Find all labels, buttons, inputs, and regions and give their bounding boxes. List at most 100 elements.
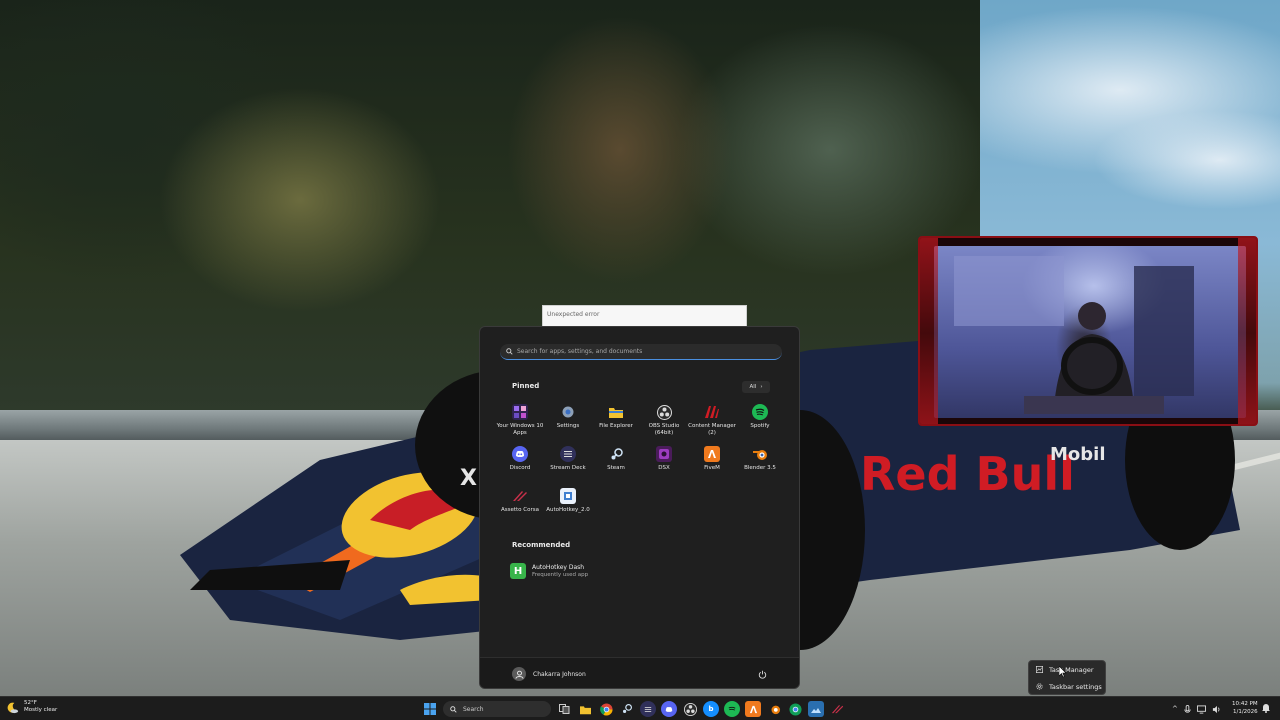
power-button[interactable]	[756, 668, 768, 680]
taskbar-chrome[interactable]	[598, 701, 614, 717]
webcam-overlay	[918, 236, 1258, 426]
taskbar-battle-net[interactable]: b	[703, 701, 719, 717]
task-view-button[interactable]	[556, 701, 572, 717]
taskbar: 52°F Mostly clear Search b ^ 10:42 PM 1/…	[0, 696, 1280, 720]
gear-icon	[560, 404, 576, 420]
folder-icon	[579, 705, 591, 714]
taskbar-obs[interactable]	[682, 701, 698, 717]
webcam-frame-right	[1238, 238, 1256, 424]
system-tray: ^	[1172, 701, 1221, 717]
start-search-box[interactable]	[500, 344, 782, 360]
pinned-app-blender[interactable]: Blender 3.5	[736, 445, 784, 487]
pinned-app-assetto-corsa[interactable]: Assetto Corsa	[496, 487, 544, 529]
clock-time: 10:42 PM	[1232, 701, 1258, 707]
blender-icon	[752, 446, 768, 462]
pinned-app-obs-studio[interactable]: OBS Studio (64bit)	[640, 403, 688, 445]
chrome-icon	[599, 702, 613, 716]
pinned-app-dsx[interactable]: DSX	[640, 445, 688, 487]
microphone-icon[interactable]	[1184, 704, 1191, 714]
pinned-app-your-windows-10-apps[interactable]: Your Windows 10 Apps	[496, 403, 544, 445]
taskbar-chrome-profile[interactable]	[787, 701, 803, 717]
recommended-item-name: AutoHotkey Dash	[532, 564, 585, 571]
all-apps-button[interactable]: All ›	[742, 381, 770, 393]
recommended-item-subtitle: Frequently used app	[532, 572, 589, 578]
obs-icon	[656, 404, 672, 420]
steam-icon	[623, 704, 632, 713]
pinned-app-discord[interactable]: Discord	[496, 445, 544, 487]
taskbar-apps: Search b	[422, 700, 845, 718]
pinned-app-settings[interactable]: Settings	[544, 403, 592, 445]
app-label: Your Windows 10 Apps	[496, 423, 544, 436]
assetto-corsa-icon	[831, 704, 843, 714]
taskbar-clock[interactable]: 10:42 PM 1/1/2026	[1232, 701, 1258, 716]
webcam-frame-left	[920, 238, 938, 424]
clock-date: 1/1/2026	[1232, 708, 1258, 715]
fivem-icon	[704, 446, 720, 462]
taskbar-file-explorer[interactable]	[577, 701, 593, 717]
taskbar-photos[interactable]	[808, 701, 824, 717]
start-button[interactable]	[422, 701, 438, 717]
start-search-input[interactable]	[517, 348, 777, 355]
taskbar-blender[interactable]	[766, 701, 782, 717]
taskbar-steam[interactable]	[619, 701, 635, 717]
autohotkey-dash-icon: H	[510, 563, 526, 579]
pinned-app-steam[interactable]: Steam	[592, 445, 640, 487]
chrome-icon	[788, 702, 802, 716]
notification-bell-icon[interactable]	[1262, 703, 1270, 713]
task-manager-icon	[1036, 666, 1043, 673]
start-menu: Pinned All › Your Windows 10 Apps Settin…	[479, 326, 800, 689]
pinned-app-file-explorer[interactable]: File Explorer	[592, 403, 640, 445]
app-label: Settings	[556, 423, 580, 429]
taskbar-spotify[interactable]	[724, 701, 740, 717]
svg-text:Mobil: Mobil	[1050, 444, 1106, 465]
pinned-app-fivem[interactable]: FiveM	[688, 445, 736, 487]
taskbar-search[interactable]: Search	[443, 701, 551, 717]
spotify-icon	[728, 706, 736, 711]
battle-net-icon: b	[708, 705, 714, 713]
weather-temperature: 52°F	[24, 700, 37, 706]
app-label: Content Manager (2)	[688, 423, 736, 436]
user-icon	[514, 670, 524, 679]
user-account-button[interactable]: Chakarra Johnson	[512, 667, 586, 681]
weather-widget[interactable]: 52°F Mostly clear	[6, 700, 57, 714]
svg-text:X: X	[460, 466, 477, 491]
pinned-app-stream-deck[interactable]: Stream Deck	[544, 445, 592, 487]
error-tooltip: Unexpected error	[542, 305, 747, 327]
avatar	[512, 667, 526, 681]
menu-item-taskbar-settings[interactable]: Taskbar settings	[1029, 678, 1105, 695]
volume-icon[interactable]	[1212, 705, 1221, 714]
stream-deck-icon	[644, 706, 652, 712]
pinned-app-content-manager[interactable]: Content Manager (2)	[688, 403, 736, 445]
network-icon[interactable]	[1196, 704, 1206, 714]
webcam-scene	[954, 256, 1194, 414]
taskbar-fivem[interactable]	[745, 701, 761, 717]
all-apps-label: All	[749, 384, 757, 390]
taskbar-discord[interactable]	[661, 701, 677, 717]
menu-item-label: Taskbar settings	[1049, 682, 1102, 691]
recommended-item[interactable]: H AutoHotkey Dash Frequently used app	[510, 563, 588, 579]
menu-item-label: Task Manager	[1049, 665, 1094, 674]
chevron-up-icon[interactable]: ^	[1172, 705, 1178, 713]
app-label: Stream Deck	[550, 465, 586, 471]
recommended-title: Recommended	[512, 541, 571, 549]
user-name: Chakarra Johnson	[533, 670, 586, 678]
photos-icon	[811, 707, 821, 713]
folder-icon	[608, 404, 624, 420]
taskbar-assetto-corsa[interactable]	[829, 701, 845, 717]
app-label: Blender 3.5	[744, 465, 776, 471]
windows-logo-icon	[424, 703, 436, 715]
pinned-app-autohotkey[interactable]: AutoHotkey_2.0	[544, 487, 592, 529]
stream-deck-icon	[560, 446, 576, 462]
autohotkey-icon	[560, 488, 576, 504]
app-label: Discord	[509, 465, 531, 471]
menu-item-task-manager[interactable]: Task Manager	[1029, 661, 1105, 678]
svg-text:Red Bull: Red Bull	[860, 447, 1075, 501]
mouse-cursor-icon	[1059, 666, 1067, 678]
apps-folder-icon	[512, 404, 528, 420]
assetto-corsa-icon	[512, 488, 528, 504]
pinned-app-spotify[interactable]: Spotify	[736, 403, 784, 445]
dsx-icon	[656, 446, 672, 462]
taskbar-stream-deck[interactable]	[640, 701, 656, 717]
gear-icon	[1036, 683, 1043, 690]
discord-icon	[665, 706, 673, 712]
